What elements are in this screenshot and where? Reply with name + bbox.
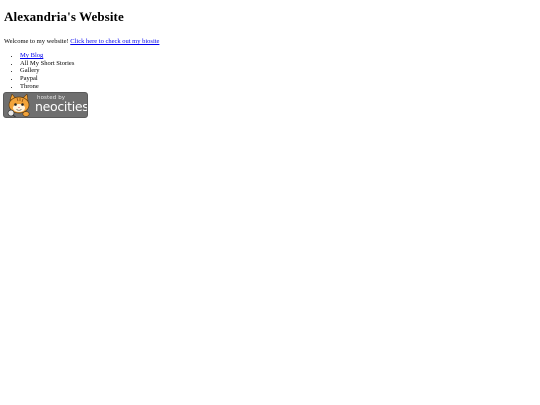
my-blog-link[interactable]: My Blog <box>20 52 43 59</box>
welcome-text: Welcome to my website! <box>4 38 69 45</box>
nav-item-my-blog: My Blog <box>20 52 536 60</box>
page-title: Alexandria's Website <box>4 9 124 24</box>
hosted-by-neocities-badge[interactable]: hosted by neocities <box>3 92 88 118</box>
welcome-paragraph: Welcome to my website! Click here to che… <box>4 38 536 46</box>
nav-item-gallery: Gallery <box>20 67 536 75</box>
neocities-brand-label: neocities <box>35 99 88 114</box>
nav-list: My Blog All My Short Stories Gallery Pay… <box>4 52 536 91</box>
page-content: Alexandria's Website Welcome to my websi… <box>0 0 540 91</box>
nav-item-short-stories: All My Short Stories <box>20 60 536 68</box>
neocities-cat-icon <box>7 94 30 117</box>
biosite-link[interactable]: Click here to check out my biosite <box>70 38 159 45</box>
nav-item-throne: Throne <box>20 83 536 91</box>
nav-item-paypal: Paypal <box>20 75 536 83</box>
